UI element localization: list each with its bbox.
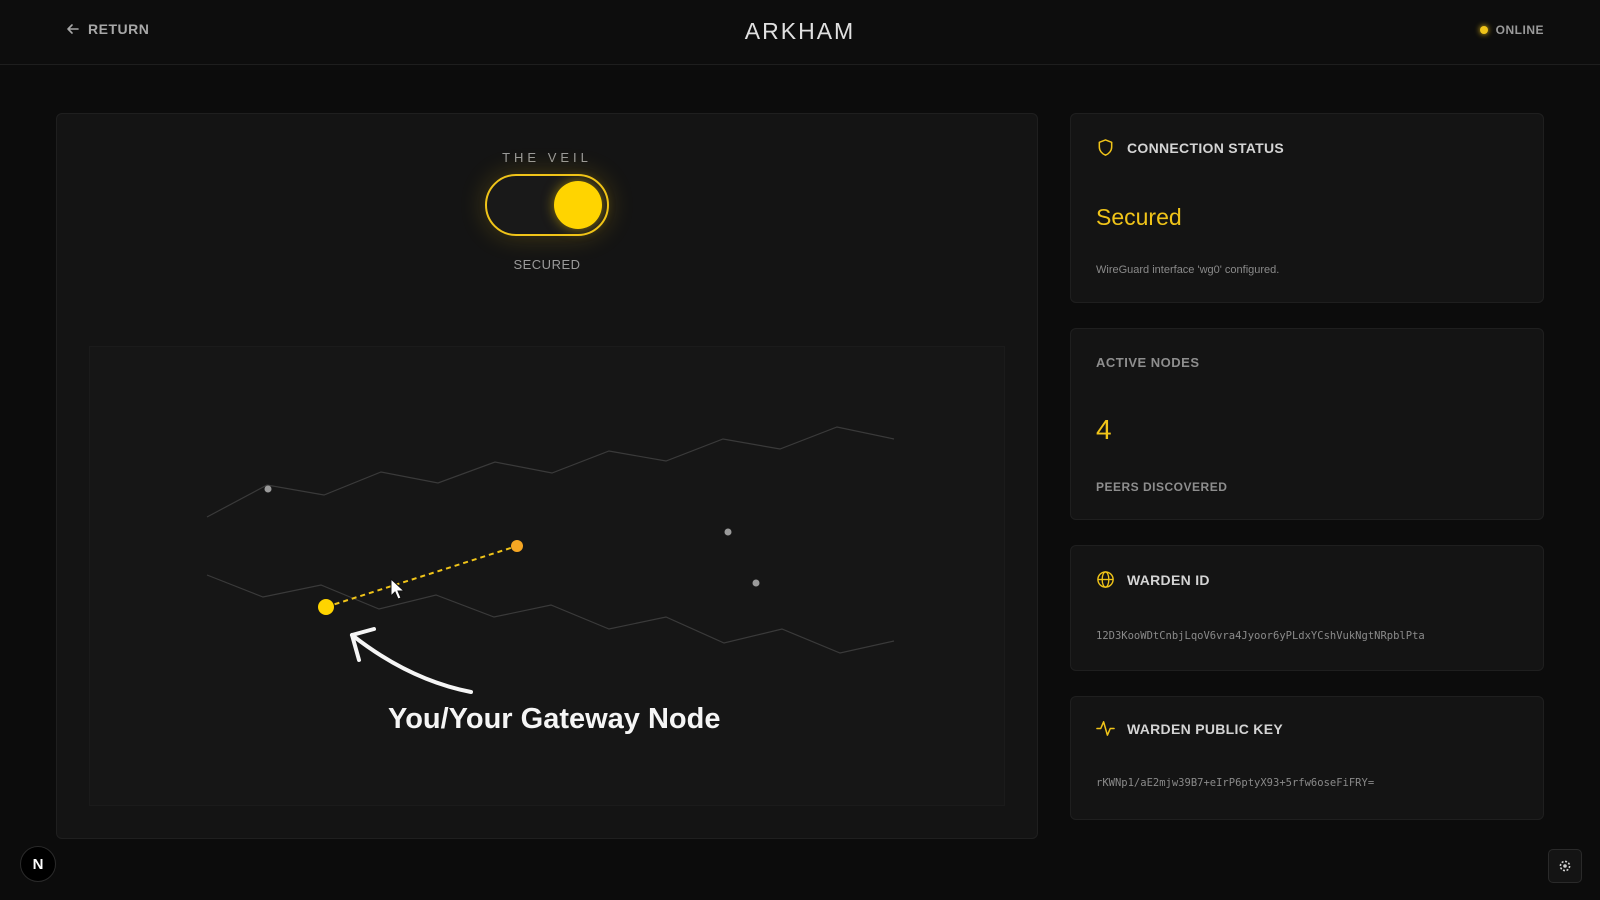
warden-public-key-value[interactable]: rKWNp1/aE2mjw39B7+eIrP6ptyX93+5rfw6oseFi… bbox=[1096, 777, 1374, 789]
app-title: ARKHAM bbox=[744, 18, 856, 44]
gateway-connection-line bbox=[325, 545, 518, 608]
peers-discovered-label: PEERS DISCOVERED bbox=[1096, 480, 1228, 494]
peer-node[interactable] bbox=[724, 528, 732, 536]
network-map: You/Your Gateway Node bbox=[89, 346, 1005, 806]
veil-panel: THE VEIL SECURED You/Your Gateway Node bbox=[56, 113, 1038, 839]
callout-arrow bbox=[350, 633, 473, 694]
connection-status-card: CONNECTION STATUS Secured WireGuard inte… bbox=[1070, 113, 1544, 303]
toggle-knob bbox=[554, 181, 602, 229]
gateway-callout-label: You/Your Gateway Node bbox=[388, 703, 721, 735]
peer-node[interactable] bbox=[264, 485, 272, 493]
cursor-icon bbox=[390, 577, 406, 600]
n-badge-letter: N bbox=[32, 855, 44, 873]
warden-public-key-title: WARDEN PUBLIC KEY bbox=[1096, 719, 1283, 738]
shield-icon bbox=[1098, 139, 1113, 156]
active-nodes-count: 4 bbox=[1096, 414, 1112, 445]
network-wave-upper bbox=[206, 426, 895, 518]
globe-icon bbox=[1097, 571, 1114, 588]
veil-state-label: SECURED bbox=[513, 257, 581, 272]
status-dot-icon bbox=[1479, 26, 1488, 34]
connection-status-value: Secured bbox=[1096, 204, 1182, 230]
warden-public-key-title-text: WARDEN PUBLIC KEY bbox=[1127, 720, 1283, 737]
connection-status-title-text: CONNECTION STATUS bbox=[1127, 139, 1285, 156]
connection-status-note: WireGuard interface 'wg0' configured. bbox=[1096, 264, 1280, 276]
network-graph bbox=[206, 426, 895, 694]
warden-id-title: WARDEN ID bbox=[1096, 570, 1210, 589]
n-badge-button[interactable]: N bbox=[20, 846, 56, 882]
warden-id-value[interactable]: 12D3KooWDtCnbjLqoV6vra4Jyoor6yPLdxYCshVu… bbox=[1096, 630, 1425, 642]
peer-node[interactable] bbox=[752, 579, 760, 587]
warden-id-title-text: WARDEN ID bbox=[1127, 571, 1210, 588]
connected-peer-node[interactable] bbox=[511, 540, 523, 552]
settings-button[interactable] bbox=[1548, 849, 1582, 883]
gear-icon bbox=[1559, 860, 1571, 872]
gateway-node[interactable] bbox=[318, 599, 334, 615]
warden-id-card: WARDEN ID 12D3KooWDtCnbjLqoV6vra4Jyoor6y… bbox=[1070, 545, 1544, 671]
veil-title: THE VEIL bbox=[502, 150, 592, 165]
top-bar: RETURN ARKHAM ONLINE bbox=[0, 0, 1600, 65]
activity-icon bbox=[1096, 721, 1115, 736]
online-label: ONLINE bbox=[1495, 23, 1544, 37]
active-nodes-title: ACTIVE NODES bbox=[1096, 355, 1200, 370]
network-wave-lower bbox=[206, 574, 895, 654]
veil-toggle[interactable] bbox=[485, 174, 609, 236]
connection-status-title: CONNECTION STATUS bbox=[1096, 138, 1284, 157]
warden-public-key-card: WARDEN PUBLIC KEY rKWNp1/aE2mjw39B7+eIrP… bbox=[1070, 696, 1544, 820]
active-nodes-card: ACTIVE NODES 4 PEERS DISCOVERED bbox=[1070, 328, 1544, 520]
online-status: ONLINE bbox=[1479, 23, 1544, 37]
